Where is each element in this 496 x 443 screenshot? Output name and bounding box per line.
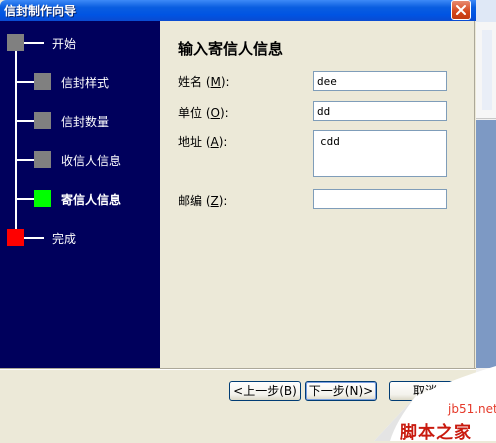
step-marker-sender [34, 190, 51, 207]
postcode-input[interactable] [313, 189, 447, 209]
wizard-steps-panel: 开始 信封样式 信封数量 收信人信息 寄信人信息 完成 [0, 21, 160, 368]
step-label-quantity: 信封数量 [61, 115, 110, 129]
step-marker-quantity [34, 112, 51, 129]
step-label-style: 信封样式 [61, 76, 110, 90]
name-label: 姓名 (M): [178, 75, 230, 89]
steps-connector-line [15, 43, 17, 240]
step-label-sender: 寄信人信息 [61, 193, 122, 207]
step-label-finish: 完成 [52, 232, 77, 246]
title-bar[interactable]: 信封制作向导 [0, 0, 476, 21]
close-icon [456, 5, 466, 15]
step-label-recipient: 收信人信息 [61, 154, 122, 168]
step-marker-finish [7, 229, 24, 246]
step-marker-start [7, 34, 24, 51]
back-button[interactable]: <上一步(B) [229, 381, 301, 401]
name-input[interactable] [313, 71, 447, 91]
step-marker-recipient [34, 151, 51, 168]
company-input[interactable] [313, 101, 447, 121]
watermark-site: jb51.net [448, 402, 496, 416]
address-textarea[interactable] [313, 130, 447, 177]
watermark-brand: 脚本之家 [400, 423, 472, 443]
step-marker-style [34, 73, 51, 90]
company-label: 单位 (O): [178, 106, 229, 120]
close-button[interactable] [451, 0, 471, 20]
step-label-start: 开始 [52, 37, 77, 51]
postcode-label: 邮编 (Z): [178, 194, 228, 208]
address-label: 地址 (A): [178, 135, 228, 149]
window-title: 信封制作向导 [4, 4, 77, 18]
page-title: 输入寄信人信息 [178, 40, 284, 58]
